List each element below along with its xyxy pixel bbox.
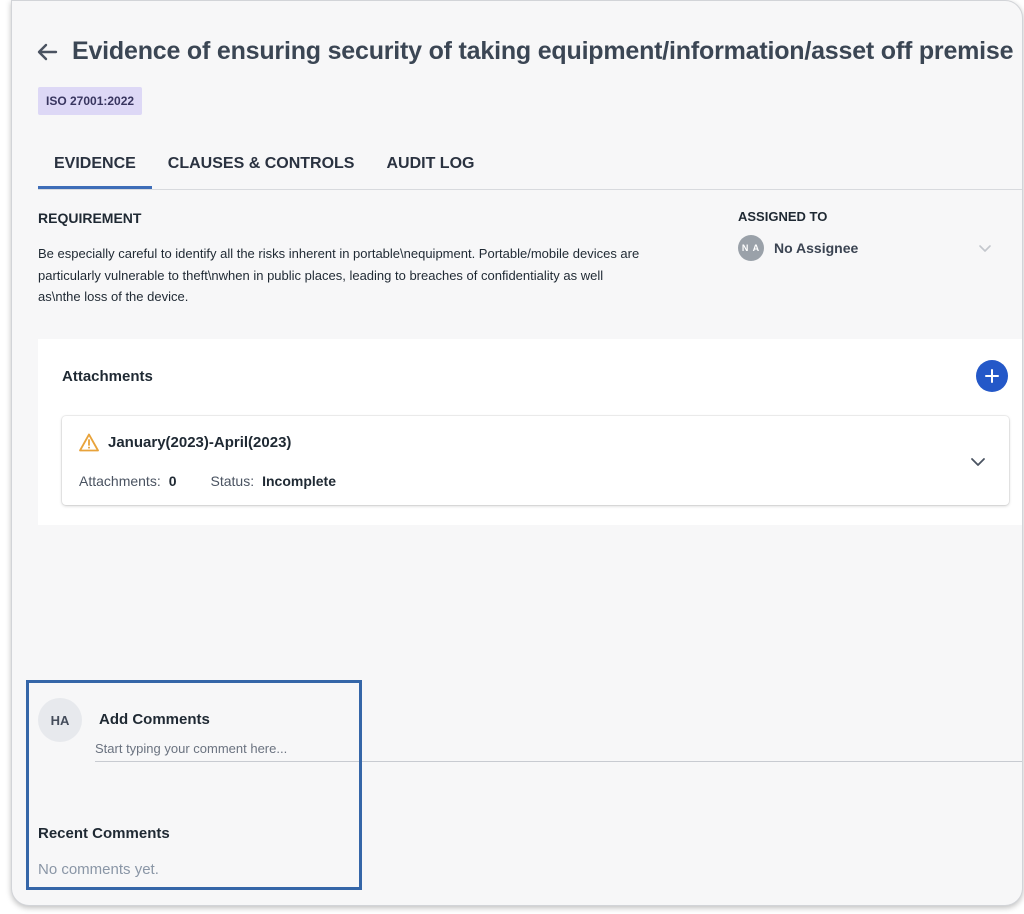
tab-evidence[interactable]: EVIDENCE (38, 143, 152, 189)
chevron-down-icon (979, 245, 991, 252)
assigned-to-heading: ASSIGNED TO (738, 209, 828, 224)
assignee-dropdown[interactable]: N A No Assignee (738, 235, 992, 261)
page-title: Evidence of ensuring security of taking … (72, 37, 1014, 65)
evidence-period-title: January(2023)-April(2023) (108, 434, 292, 451)
plus-icon (985, 369, 999, 383)
evidence-period-card[interactable]: January(2023)-April(2023) Attachments: 0… (62, 416, 1009, 505)
card-meta: Attachments: 0 Status: Incomplete (79, 473, 336, 489)
tabs-divider (38, 189, 1022, 190)
attachments-panel: Attachments January(2023)-April(2023) At… (38, 339, 1022, 525)
comments-highlight-box (26, 680, 362, 890)
card-title-row: January(2023)-April(2023) (79, 433, 291, 452)
expand-chevron-icon[interactable] (970, 454, 986, 470)
attachments-count-value: 0 (168, 473, 177, 489)
attachments-title: Attachments (62, 368, 153, 385)
tab-bar: EVIDENCE CLAUSES & CONTROLS AUDIT LOG (38, 143, 506, 189)
requirement-heading: REQUIREMENT (38, 210, 142, 226)
assignee-name: No Assignee (774, 240, 859, 256)
status-label: Status: (210, 473, 255, 489)
framework-tag: ISO 27001:2022 (38, 87, 143, 115)
tab-audit-log[interactable]: AUDIT LOG (386, 143, 474, 188)
assignee-avatar: N A (738, 235, 764, 261)
app-window: Evidence of ensuring security of taking … (11, 0, 1023, 906)
back-arrow-icon[interactable] (36, 41, 58, 63)
tab-clauses-controls[interactable]: CLAUSES & CONTROLS (168, 143, 355, 188)
status-value: Incomplete (262, 473, 336, 489)
attachments-count-label: Attachments: (79, 473, 161, 489)
requirement-text: Be especially careful to identify all th… (38, 246, 640, 304)
add-attachment-button[interactable] (976, 360, 1008, 392)
warning-icon (79, 433, 99, 452)
page-header: Evidence of ensuring security of taking … (36, 37, 1014, 66)
